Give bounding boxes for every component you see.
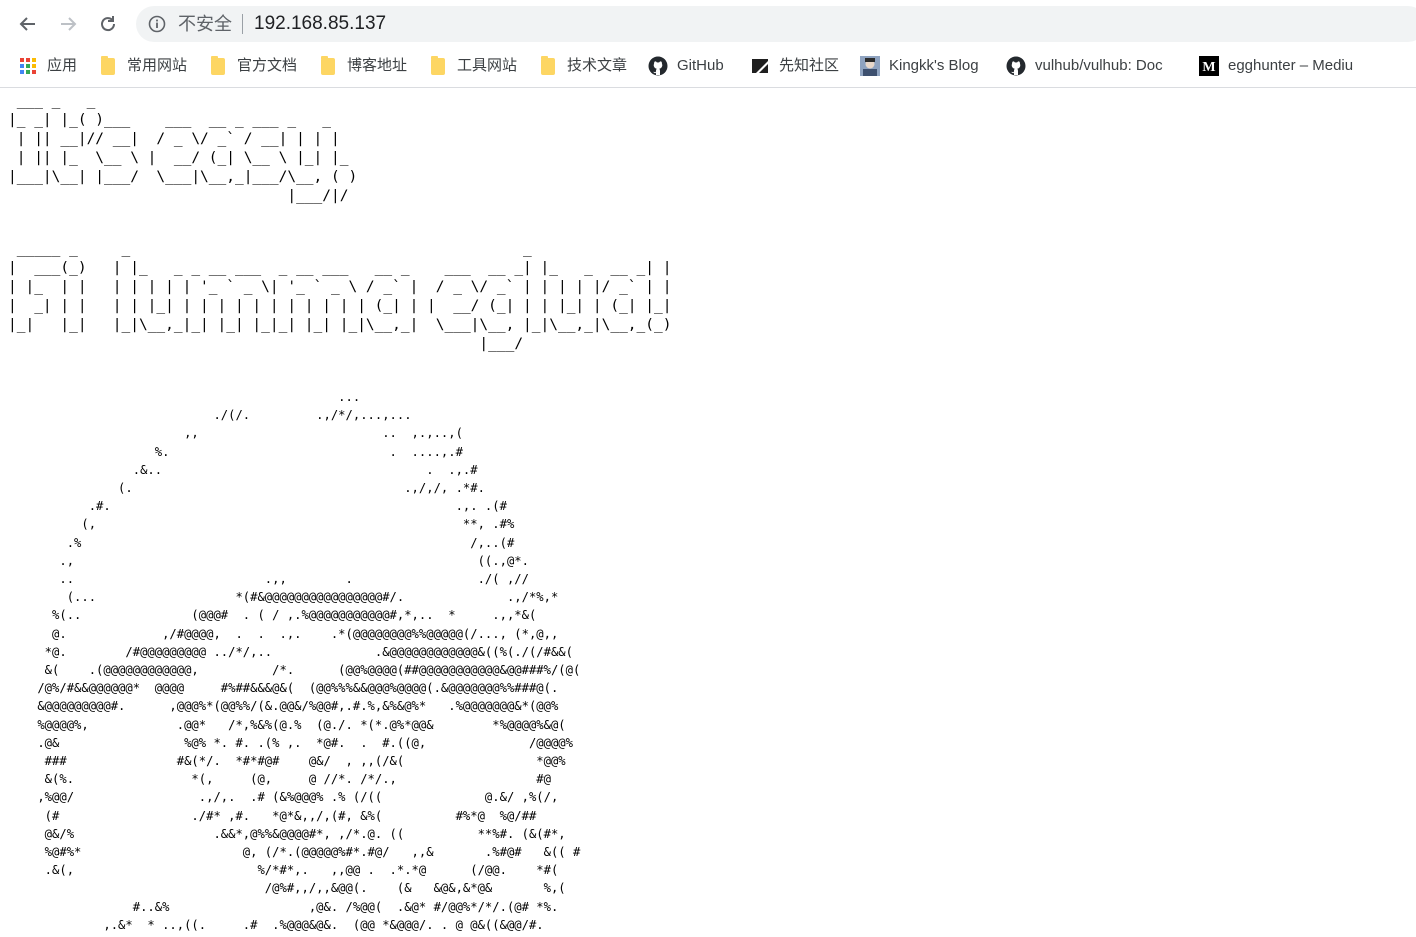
bookmark-label: 官方文档 — [237, 57, 298, 74]
github-icon — [648, 56, 668, 76]
folder-icon — [208, 55, 228, 76]
bookmark-label: GitHub — [677, 57, 724, 74]
github-icon — [1006, 56, 1026, 76]
bookmark-folder-common-sites[interactable]: 常用网站 — [98, 52, 187, 80]
bookmarks-bar: 应用 常用网站 官方文档 博客地址 工具网站 技术文章 GitHub 先知社区 … — [0, 48, 1416, 84]
reload-button[interactable] — [92, 8, 124, 40]
folder-icon — [428, 55, 448, 76]
bookmark-apps[interactable]: 应用 — [18, 52, 77, 80]
bookmark-label: 工具网站 — [457, 57, 518, 74]
info-icon[interactable] — [148, 15, 166, 33]
bookmark-label: vulhub/vulhub: Doc — [1035, 57, 1163, 74]
page-content: ___ _ _ |_ _| |_( )___ ___ __ _ ___ _ _ … — [0, 92, 1416, 937]
ascii-banner-fi-dumma-egua: _____ _ _ _ | ___(_) | |_ _ _ __ ___ _ _… — [8, 241, 672, 352]
bookmark-kingkk-blog[interactable]: Kingkk's Blog — [860, 52, 979, 80]
ascii-art-skull: ... ./(/. .,/*/,...,... ,, .. ,.,..,( %.… — [37, 390, 609, 937]
xianzhi-icon — [750, 56, 770, 76]
omnibox-divider — [242, 14, 243, 34]
browser-chrome: 不安全 192.168.85.137 应用 常用网站 官方文档 博客地址 工具网… — [0, 0, 1416, 88]
reload-icon — [101, 16, 116, 32]
bookmark-label: egghunter – Mediu — [1228, 57, 1354, 74]
bookmark-label: 先知社区 — [779, 57, 840, 74]
bookmark-label: 博客地址 — [347, 57, 408, 74]
svg-text:M: M — [1202, 60, 1215, 75]
ascii-banner-its-easy: ___ _ _ |_ _| |_( )___ ___ __ _ ___ _ _ … — [8, 93, 358, 204]
bookmark-egghunter-medium[interactable]: M egghunter – Mediu — [1199, 52, 1371, 80]
bookmark-label: Kingkk's Blog — [889, 57, 979, 74]
avatar-icon — [860, 56, 880, 76]
bookmark-folder-tools[interactable]: 工具网站 — [428, 52, 517, 80]
folder-icon — [98, 55, 118, 76]
back-arrow-icon — [19, 17, 35, 31]
security-status-label[interactable]: 不安全 — [178, 14, 232, 34]
apps-grid-icon — [18, 56, 38, 76]
bookmark-xianzhi[interactable]: 先知社区 — [750, 52, 839, 80]
bookmark-folder-official-docs[interactable]: 官方文档 — [208, 52, 297, 80]
browser-toolbar: 不安全 192.168.85.137 — [0, 0, 1416, 48]
folder-icon — [538, 55, 558, 76]
bookmark-label: 常用网站 — [127, 57, 188, 74]
bookmark-folder-tech-articles[interactable]: 技术文章 — [538, 52, 627, 80]
bookmark-vulhub[interactable]: vulhub/vulhub: Doc — [1006, 52, 1178, 80]
bookmark-label: 技术文章 — [567, 57, 628, 74]
bookmark-label: 应用 — [47, 57, 78, 74]
back-button[interactable] — [12, 8, 44, 40]
bookmark-github[interactable]: GitHub — [648, 52, 724, 80]
forward-button[interactable] — [52, 8, 84, 40]
folder-icon — [318, 55, 338, 76]
forward-arrow-icon — [61, 17, 77, 31]
medium-icon: M — [1199, 56, 1219, 76]
address-bar[interactable]: 不安全 192.168.85.137 — [136, 6, 1416, 42]
bookmark-folder-blog[interactable]: 博客地址 — [318, 52, 407, 80]
url-text[interactable]: 192.168.85.137 — [254, 13, 386, 35]
